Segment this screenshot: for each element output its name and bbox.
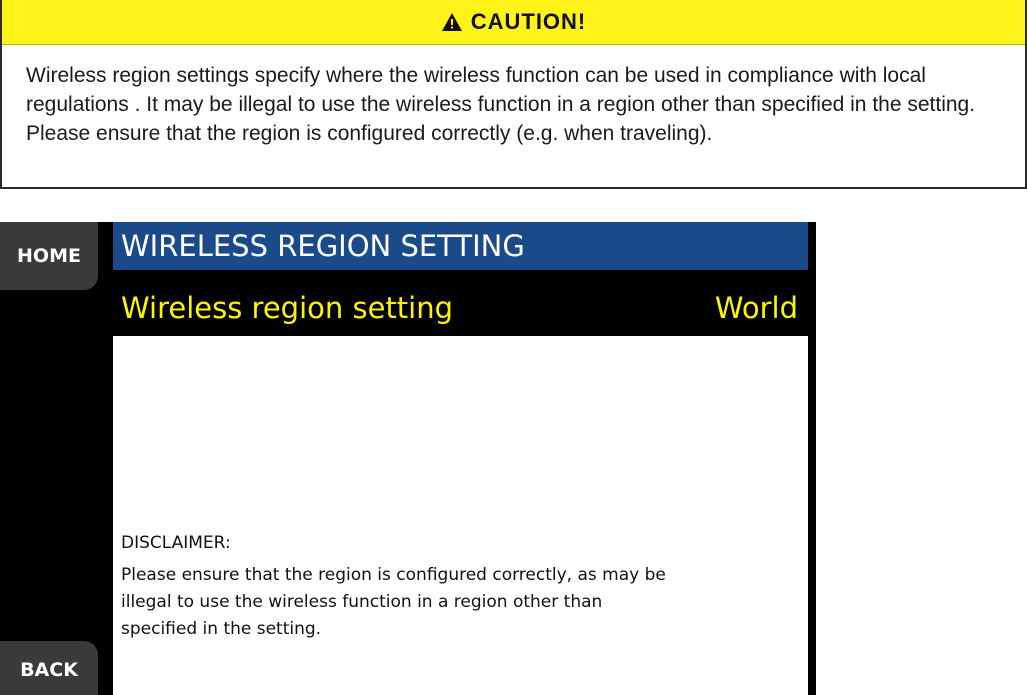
setting-value: World <box>714 291 798 325</box>
home-button[interactable]: HOME <box>0 222 98 290</box>
back-button-label: BACK <box>20 659 78 681</box>
disclaimer-text: Please ensure that the region is configu… <box>121 565 666 639</box>
page-title-text: WIRELESS REGION SETTING <box>121 229 525 263</box>
caution-text: Wireless region settings specify where t… <box>26 64 976 145</box>
setting-label: Wireless region setting <box>121 291 454 325</box>
page-title: WIRELESS REGION SETTING <box>113 222 808 270</box>
caution-box: CAUTION! Wireless region settings specif… <box>0 0 1027 189</box>
back-button[interactable]: BACK <box>0 641 98 695</box>
caution-title: CAUTION! <box>470 9 587 34</box>
caution-header: CAUTION! <box>2 0 1025 45</box>
home-button-label: HOME <box>17 245 81 267</box>
wireless-region-setting-row[interactable]: Wireless region setting World <box>113 280 808 336</box>
content-area: DISCLAIMER: Please ensure that the regio… <box>113 336 808 695</box>
warning-triangle-icon <box>441 13 462 31</box>
disclaimer-title: DISCLAIMER: <box>121 533 231 553</box>
camera-screen: HOME BACK WIRELESS REGION SETTING Wirele… <box>0 222 816 695</box>
